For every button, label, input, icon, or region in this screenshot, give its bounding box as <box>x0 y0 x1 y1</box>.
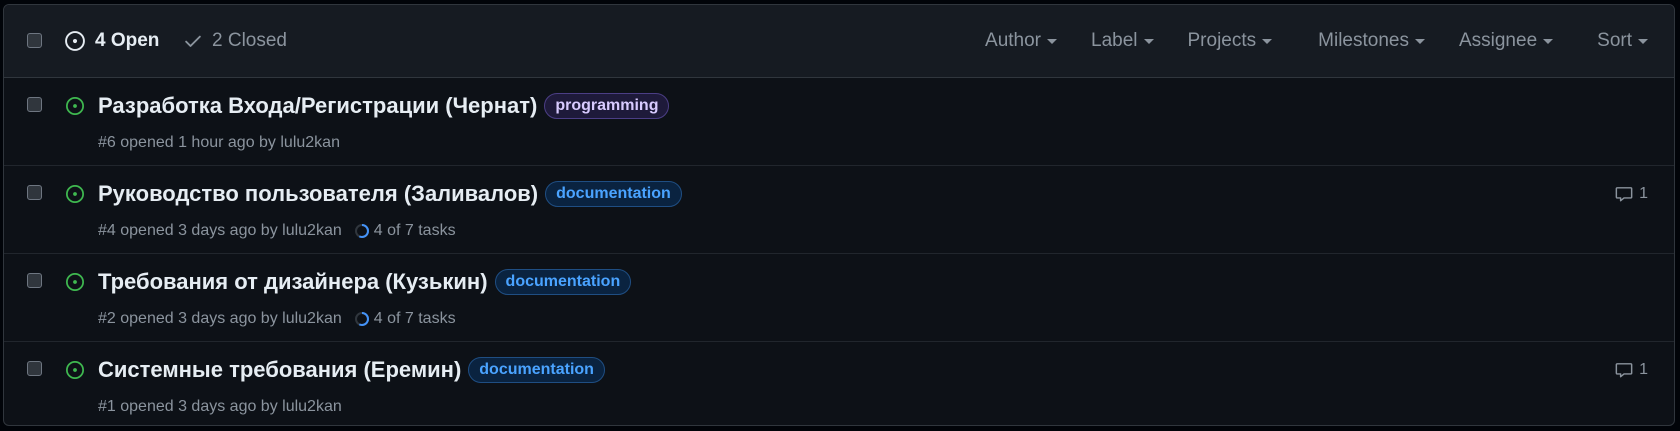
check-icon <box>183 31 203 51</box>
issue-title[interactable]: Разработка Входа/Регистрации (Чернат) <box>98 93 537 119</box>
chevron-down-icon <box>1047 38 1057 44</box>
projects-filter[interactable]: Projects <box>1188 30 1273 52</box>
task-progress-icon <box>354 312 369 326</box>
label-filter-label: Label <box>1091 30 1138 51</box>
issue-opened-icon <box>65 360 85 385</box>
issue-label[interactable]: documentation <box>494 269 632 295</box>
issue-row: Требования от дизайнера (Кузькин) docume… <box>4 254 1674 342</box>
comment-icon <box>1615 363 1633 378</box>
label-filter[interactable]: Label <box>1091 30 1154 52</box>
sort-filter-label: Sort <box>1597 30 1632 51</box>
milestones-filter-label: Milestones <box>1318 30 1409 51</box>
comments-link[interactable]: 1 <box>1614 361 1648 379</box>
author-filter-label: Author <box>985 30 1041 51</box>
issue-meta: #6 opened 1 hour ago by lulu2kan <box>98 134 340 151</box>
issue-checkbox[interactable] <box>27 273 42 288</box>
chevron-down-icon <box>1543 38 1554 44</box>
issue-row: Руководство пользователя (Заливалов) doc… <box>4 166 1674 254</box>
author-filter[interactable]: Author <box>985 30 1057 52</box>
issue-label[interactable]: documentation <box>468 357 605 383</box>
issue-title[interactable]: Системные требования (Еремин) <box>98 357 461 383</box>
issues-list-header: 4 Open 2 Closed Author Label Projects Mi… <box>4 5 1674 78</box>
comment-icon <box>1615 187 1633 202</box>
chevron-down-icon <box>1143 38 1154 44</box>
task-progress[interactable]: 4 of 7 tasks <box>354 310 456 328</box>
issue-label[interactable]: documentation <box>545 181 682 207</box>
task-progress-text: 4 of 7 tasks <box>373 222 456 239</box>
task-progress-text: 4 of 7 tasks <box>373 310 456 327</box>
milestones-filter[interactable]: Milestones <box>1318 30 1425 52</box>
issue-checkbox[interactable] <box>27 97 42 112</box>
issue-title[interactable]: Руководство пользователя (Заливалов) <box>98 181 538 207</box>
issue-label[interactable]: programming <box>544 93 670 119</box>
issue-meta: #1 opened 3 days ago by lulu2kan <box>98 398 342 415</box>
assignee-filter[interactable]: Assignee <box>1458 30 1554 52</box>
comments-count: 1 <box>1639 361 1648 378</box>
comments-count: 1 <box>1639 185 1648 202</box>
open-issues-tab[interactable]: 4 Open <box>64 5 159 77</box>
projects-filter-label: Projects <box>1187 30 1257 51</box>
issue-row: Разработка Входа/Регистрации (Чернат) pr… <box>4 78 1674 166</box>
sort-filter[interactable]: Sort <box>1597 30 1648 52</box>
closed-issues-tab[interactable]: 2 Closed <box>183 5 287 77</box>
issue-opened-icon <box>65 184 85 209</box>
chevron-down-icon <box>1638 38 1648 44</box>
closed-count: 2 Closed <box>212 30 287 51</box>
select-all-checkbox[interactable] <box>27 33 42 48</box>
chevron-down-icon <box>1414 38 1425 44</box>
chevron-down-icon <box>1262 38 1273 44</box>
issues-list: 4 Open 2 Closed Author Label Projects Mi… <box>3 4 1675 426</box>
assignee-filter-label: Assignee <box>1458 30 1538 51</box>
issue-row: Системные требования (Еремин) documentat… <box>4 342 1674 425</box>
issue-title[interactable]: Требования от дизайнера (Кузькин) <box>98 269 488 295</box>
issue-meta: #4 opened 3 days ago by lulu2kan <box>98 222 342 239</box>
issue-meta: #2 opened 3 days ago by lulu2kan <box>98 310 342 327</box>
task-progress-icon <box>354 224 369 238</box>
issue-opened-icon <box>65 96 85 121</box>
issue-opened-icon <box>64 30 86 52</box>
issue-checkbox[interactable] <box>27 185 42 200</box>
issue-checkbox[interactable] <box>27 361 42 376</box>
issue-opened-icon <box>65 272 85 297</box>
filter-bar: Author Label Projects Milestones Assigne… <box>951 5 1648 77</box>
task-progress[interactable]: 4 of 7 tasks <box>354 222 456 240</box>
open-count: 4 Open <box>95 30 160 51</box>
comments-link[interactable]: 1 <box>1614 185 1648 203</box>
